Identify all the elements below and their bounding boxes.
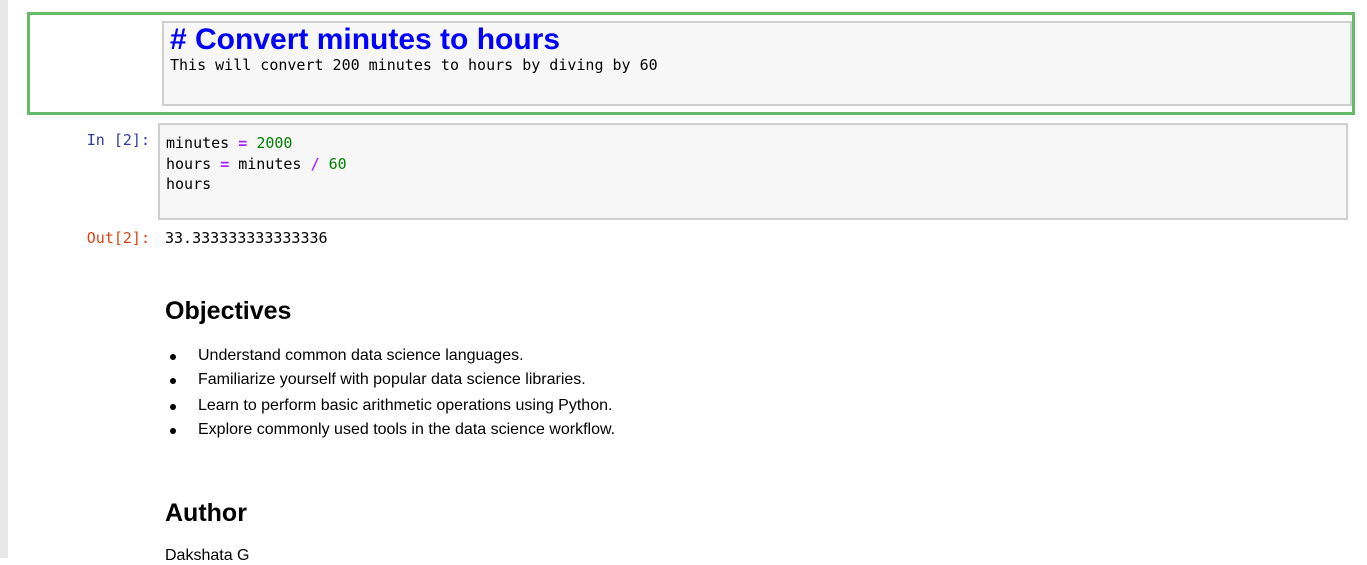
markdown-cell-selected[interactable]: # Convert minutes to hours This will con… [27,12,1355,115]
code-token-number: 60 [328,154,347,173]
objectives-list: Understand common data science languages… [165,344,965,442]
markdown-editor[interactable]: # Convert minutes to hours This will con… [162,21,1352,106]
code-token-var: minutes [166,134,230,152]
list-item-text: Explore commonly used tools in the data … [198,421,616,438]
bullet-icon [170,404,176,410]
markdown-body-source: This will convert 200 minutes to hours b… [170,56,658,74]
cell-output: 33.333333333333336 [165,229,328,247]
notebook-left-gutter [0,0,8,558]
code-token-var: minutes [238,154,302,173]
code-lines: minutes = 2000 hours = minutes / 60 hour… [166,133,347,195]
code-token-var: hours [166,175,212,193]
bullet-icon [170,428,176,434]
code-editor[interactable]: minutes = 2000 hours = minutes / 60 hour… [158,123,1348,220]
in-prompt: In [2]: [86,131,150,149]
bullet-icon [170,378,176,384]
list-item-text: Learn to perform basic arithmetic operat… [198,397,613,414]
notebook-page: # Convert minutes to hours This will con… [8,0,1367,564]
code-token-operator: = [238,134,248,152]
author-heading: Author [165,499,247,527]
list-item-text: Familiarize yourself with popular data s… [198,371,586,388]
bullet-icon [170,354,176,360]
code-token-number: 2000 [256,134,293,152]
objectives-heading: Objectives [165,297,292,325]
code-token-var: hours [166,154,212,173]
markdown-heading-source: # Convert minutes to hours [170,23,561,56]
code-token-operator: / [310,154,320,173]
list-item: Understand common data science languages… [165,344,965,368]
author-name: Dakshata G [165,547,250,564]
list-item: Learn to perform basic arithmetic operat… [165,394,965,418]
list-item: Explore commonly used tools in the data … [165,418,965,442]
list-item-text: Understand common data science languages… [198,347,524,364]
out-prompt: Out[2]: [86,229,150,247]
list-item: Familiarize yourself with popular data s… [165,368,965,392]
code-token-operator: = [220,154,230,173]
